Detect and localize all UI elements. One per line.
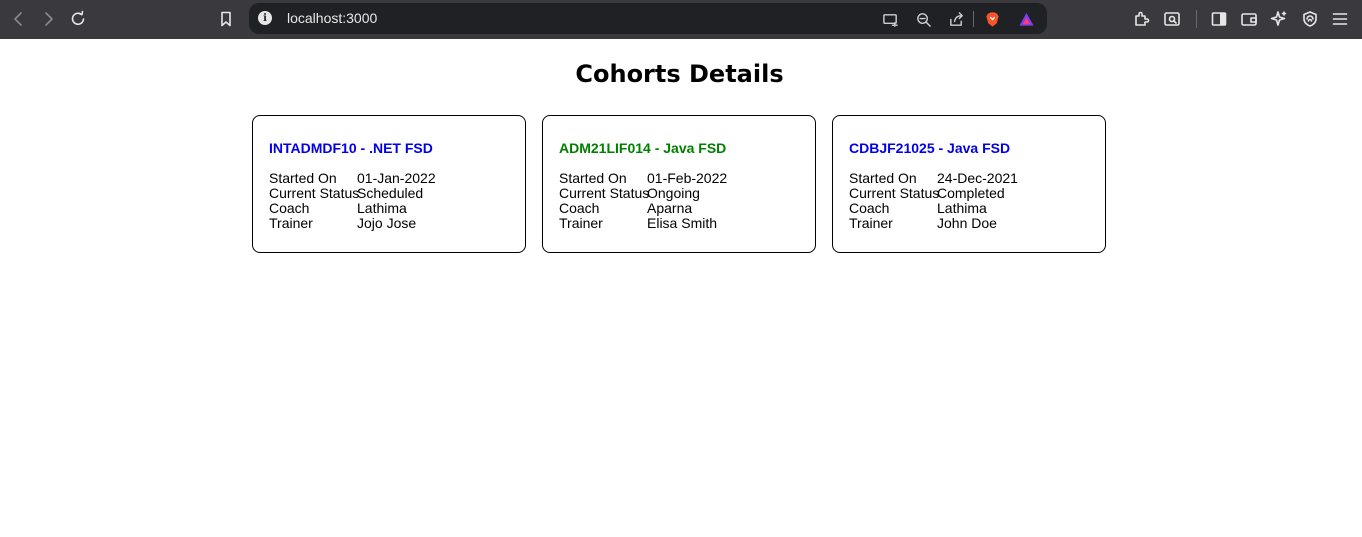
detail-value: Lathima [357,200,407,216]
detail-value: Aparna [647,200,693,216]
detail-label: Coach [559,200,600,216]
detail-row-trainer: Trainer John Doe [849,216,1018,231]
bookmark-icon[interactable] [213,6,239,32]
detail-row-started-on: Started On 24-Dec-2021 [849,171,1018,186]
cohort-card: ADM21LIF014 - Java FSD Started On 01-Feb… [542,115,816,253]
detail-row-current-status: Current Status Completed [849,186,1018,201]
detail-value: 01-Jan-2022 [357,170,436,186]
brave-shields-icon[interactable] [981,8,1003,30]
page-search-icon[interactable] [1159,6,1185,32]
detail-label: Current Status [849,185,940,201]
forward-icon[interactable] [35,6,61,32]
detail-row-trainer: Trainer Elisa Smith [559,216,727,231]
cohort-details: Started On 01-Feb-2022 Current Status On… [559,171,727,231]
cast-icon[interactable] [879,8,901,30]
detail-label: Started On [559,170,627,186]
detail-row-started-on: Started On 01-Feb-2022 [559,171,727,186]
cohort-title: ADM21LIF014 - Java FSD [559,140,727,156]
detail-label: Current Status [269,185,360,201]
zoom-icon[interactable] [912,8,934,30]
wallet-icon[interactable] [1236,6,1262,32]
detail-row-coach: Coach Lathima [269,201,436,216]
url-separator [973,11,974,27]
back-icon[interactable] [6,6,32,32]
detail-label: Trainer [559,215,603,231]
cohort-details: Started On 24-Dec-2021 Current Status Co… [849,171,1018,231]
cohort-title: INTADMDF10 - .NET FSD [269,140,433,156]
cohort-title: CDBJF21025 - Java FSD [849,140,1011,156]
vpn-shield-icon[interactable] [1297,6,1323,32]
sidebar-icon[interactable] [1206,6,1232,32]
detail-label: Started On [849,170,917,186]
page-title: Cohorts Details [575,60,784,88]
detail-label: Trainer [269,215,313,231]
cohort-card: INTADMDF10 - .NET FSD Started On 01-Jan-… [252,115,526,253]
detail-row-started-on: Started On 01-Jan-2022 [269,171,436,186]
extensions-icon[interactable] [1129,6,1155,32]
detail-value: 01-Feb-2022 [647,170,728,186]
cohort-details: Started On 01-Jan-2022 Current Status Sc… [269,171,436,231]
detail-value: Scheduled [357,185,424,201]
detail-value: 24-Dec-2021 [937,170,1018,186]
cohort-card: CDBJF21025 - Java FSD Started On 24-Dec-… [832,115,1106,253]
brave-rewards-icon[interactable] [1015,8,1037,30]
address-bar[interactable]: i localhost:3000 [249,3,1047,34]
share-icon[interactable] [945,8,967,30]
detail-value: Ongoing [647,185,700,201]
url-text[interactable]: localhost:3000 [287,10,377,26]
detail-value: Completed [937,185,1005,201]
detail-label: Coach [849,200,890,216]
detail-row-coach: Coach Lathima [849,201,1018,216]
leo-ai-icon[interactable] [1266,6,1292,32]
detail-row-coach: Coach Aparna [559,201,727,216]
detail-label: Started On [269,170,337,186]
detail-row-trainer: Trainer Jojo Jose [269,216,436,231]
detail-value: Elisa Smith [647,215,718,231]
detail-row-current-status: Current Status Scheduled [269,186,436,201]
detail-label: Trainer [849,215,893,231]
toolbar-separator [1196,10,1197,28]
browser-toolbar: i localhost:3000 [0,0,1362,39]
detail-row-current-status: Current Status Ongoing [559,186,727,201]
site-info-icon[interactable]: i [258,11,272,25]
reload-icon[interactable] [65,6,91,32]
detail-value: John Doe [937,215,997,231]
detail-value: Jojo Jose [357,215,417,231]
detail-label: Coach [269,200,310,216]
menu-icon[interactable] [1327,6,1353,32]
detail-label: Current Status [559,185,650,201]
detail-value: Lathima [937,200,987,216]
